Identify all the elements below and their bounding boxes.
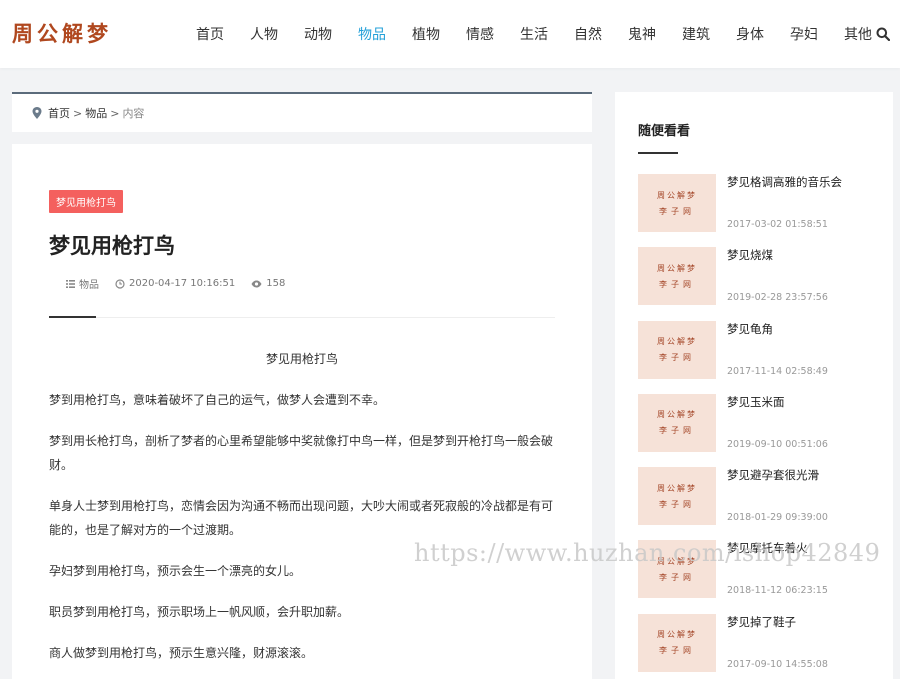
breadcrumb: 首页 > 物品 > 内容 xyxy=(12,92,592,132)
post-thumbnail[interactable]: 周公解梦 李子网 xyxy=(638,540,716,599)
nav-item-objects[interactable]: 物品 xyxy=(358,24,386,44)
article-paragraph: 梦到用枪打鸟，意味着破坏了自己的运气，做梦人会遭到不幸。 xyxy=(49,393,386,407)
article-paragraph: 商人做梦到用枪打鸟，预示生意兴隆，财源滚滚。 xyxy=(49,646,314,660)
side-item-date: 2019-09-10 00:51:06 xyxy=(727,438,828,450)
thumbnail-sub-text: 李子网 xyxy=(659,206,695,216)
meta-datetime-label: 2020-04-17 10:16:51 xyxy=(129,278,236,289)
thumbnail-sub-text: 李子网 xyxy=(659,353,695,363)
main-nav: 首页 人物 动物 物品 植物 情感 生活 自然 鬼神 建筑 身体 孕妇 其他 xyxy=(196,0,898,68)
sidebar-title-accent xyxy=(638,152,678,154)
thumbnail-sub-text: 李子网 xyxy=(659,279,695,289)
article-paragraph: 单身人士梦到用枪打鸟，恋情会因为沟通不畅而出现问题，大吵大闹或者死寂般的冷战都是… xyxy=(49,499,554,537)
side-item-date: 2017-09-10 14:55:08 xyxy=(727,658,828,670)
thumbnail-logo-text: 周公解梦 xyxy=(657,190,697,200)
side-item-date: 2018-11-12 06:23:15 xyxy=(727,585,828,597)
nav-item-emotions[interactable]: 情感 xyxy=(466,24,494,44)
article-paragraph: 梦到用长枪打鸟，剖析了梦者的心里希望能够中奖就像打中鸟一样，但是梦到开枪打鸟一般… xyxy=(49,434,554,472)
site-header: 周公解梦 首页 人物 动物 物品 植物 情感 生活 自然 鬼神 建筑 身体 孕妇… xyxy=(0,0,900,68)
meta-category-label: 物品 xyxy=(79,280,99,291)
thumbnail-sub-text: 李子网 xyxy=(659,572,695,582)
side-item-date: 2018-01-29 09:39:00 xyxy=(727,512,828,524)
article-content: 梦见用枪打鸟 梦到用枪打鸟，意味着破坏了自己的运气，做梦人会遭到不幸。 梦到用长… xyxy=(49,347,555,679)
article-divider-accent xyxy=(49,316,96,318)
thumbnail-sub-text: 李子网 xyxy=(659,646,695,656)
side-list-item[interactable]: 周公解梦 李子网 梦见掉了鞋子 2017-09-10 14:55:08 xyxy=(638,613,878,679)
side-list-item[interactable]: 周公解梦 李子网 梦见龟角 2017-11-14 02:58:49 xyxy=(638,320,878,394)
side-item-title[interactable]: 梦见龟角 xyxy=(727,321,773,337)
side-item-title[interactable]: 梦见摩托车着火 xyxy=(727,540,808,556)
nav-item-animals[interactable]: 动物 xyxy=(304,24,332,44)
article-heading: 梦见用枪打鸟 xyxy=(265,352,338,366)
side-item-title[interactable]: 梦见玉米面 xyxy=(727,394,785,410)
search-icon[interactable] xyxy=(876,27,890,41)
nav-item-home[interactable]: 首页 xyxy=(196,24,224,44)
nav-item-other[interactable]: 其他 xyxy=(844,24,872,44)
article-paragraph: 孕妇梦到用枪打鸟，预示会生一个漂亮的女儿。 xyxy=(49,564,302,578)
meta-views: 158 xyxy=(251,278,285,289)
article-card: 梦见用枪打鸟 梦见用枪打鸟 物品 2020-04-17 10:16:51 158 xyxy=(12,144,592,679)
thumbnail-logo-text: 周公解梦 xyxy=(657,556,697,566)
side-item-title[interactable]: 梦见烧煤 xyxy=(727,247,773,263)
thumbnail-sub-text: 李子网 xyxy=(659,426,695,436)
clock-icon xyxy=(115,278,125,289)
thumbnail-sub-text: 李子网 xyxy=(659,499,695,509)
side-item-date: 2019-02-28 23:57:56 xyxy=(727,292,828,304)
thumbnail-logo-text: 周公解梦 xyxy=(657,410,697,420)
post-thumbnail[interactable]: 周公解梦 李子网 xyxy=(638,320,716,379)
thumbnail-logo-text: 周公解梦 xyxy=(657,630,697,640)
nav-item-ghosts[interactable]: 鬼神 xyxy=(628,24,656,44)
nav-item-people[interactable]: 人物 xyxy=(250,24,278,44)
list-icon xyxy=(66,279,75,288)
nav-item-nature[interactable]: 自然 xyxy=(574,24,602,44)
sidebar-title: 随便看看 xyxy=(638,124,691,139)
nav-item-life[interactable]: 生活 xyxy=(520,24,548,44)
location-pin-icon xyxy=(32,107,42,119)
side-list-item[interactable]: 周公解梦 李子网 梦见格调高雅的音乐会 2017-03-02 01:58:51 xyxy=(638,174,878,247)
side-item-date: 2017-03-02 01:58:51 xyxy=(727,219,828,230)
article-title: 梦见用枪打鸟 xyxy=(49,234,175,258)
sidebar-random-posts: 随便看看 周公解梦 李子网 梦见格调高雅的音乐会 2017-03-02 01:5… xyxy=(615,92,893,679)
side-item-date: 2017-11-14 02:58:49 xyxy=(727,365,828,377)
side-item-title[interactable]: 梦见掉了鞋子 xyxy=(727,614,796,630)
breadcrumb-separator: > xyxy=(110,106,120,120)
side-list-item[interactable]: 周公解梦 李子网 梦见玉米面 2019-09-10 00:51:06 xyxy=(638,393,878,467)
site-logo[interactable]: 周公解梦 xyxy=(12,18,112,48)
nav-item-plants[interactable]: 植物 xyxy=(412,24,440,44)
nav-item-buildings[interactable]: 建筑 xyxy=(682,24,710,44)
post-thumbnail[interactable]: 周公解梦 李子网 xyxy=(638,174,716,232)
post-thumbnail[interactable]: 周公解梦 李子网 xyxy=(638,467,716,526)
side-list-item[interactable]: 周公解梦 李子网 梦见烧煤 2019-02-28 23:57:56 xyxy=(638,247,878,320)
side-list-item[interactable]: 周公解梦 李子网 梦见避孕套很光滑 2018-01-29 09:39:00 xyxy=(638,467,878,540)
article-meta: 物品 2020-04-17 10:16:51 158 xyxy=(66,276,301,291)
meta-category[interactable]: 物品 xyxy=(66,276,99,291)
article-tag[interactable]: 梦见用枪打鸟 xyxy=(49,190,123,213)
breadcrumb-category[interactable]: 物品 xyxy=(85,105,107,121)
post-thumbnail[interactable]: 周公解梦 李子网 xyxy=(638,613,716,672)
breadcrumb-home[interactable]: 首页 xyxy=(48,105,70,121)
side-item-title[interactable]: 梦见避孕套很光滑 xyxy=(727,467,819,483)
post-thumbnail[interactable]: 周公解梦 李子网 xyxy=(638,393,716,452)
meta-views-count: 158 xyxy=(266,278,286,289)
breadcrumb-current: 内容 xyxy=(122,107,145,120)
article-divider xyxy=(49,317,555,318)
side-item-title[interactable]: 梦见格调高雅的音乐会 xyxy=(727,174,842,190)
post-thumbnail[interactable]: 周公解梦 李子网 xyxy=(638,247,716,306)
side-list: 周公解梦 李子网 梦见格调高雅的音乐会 2017-03-02 01:58:51 … xyxy=(638,174,878,679)
breadcrumb-separator: > xyxy=(73,106,83,120)
article-paragraph: 职员梦到用枪打鸟，预示职场上一帆风顺，会升职加薪。 xyxy=(49,605,350,619)
thumbnail-logo-text: 周公解梦 xyxy=(657,337,697,347)
meta-datetime: 2020-04-17 10:16:51 xyxy=(115,278,235,289)
eye-icon xyxy=(251,280,262,287)
nav-item-pregnant[interactable]: 孕妇 xyxy=(790,24,818,44)
thumbnail-logo-text: 周公解梦 xyxy=(657,263,697,273)
thumbnail-logo-text: 周公解梦 xyxy=(657,483,697,493)
nav-item-body[interactable]: 身体 xyxy=(736,24,764,44)
side-list-item[interactable]: 周公解梦 李子网 梦见摩托车着火 2018-11-12 06:23:15 xyxy=(638,540,878,613)
